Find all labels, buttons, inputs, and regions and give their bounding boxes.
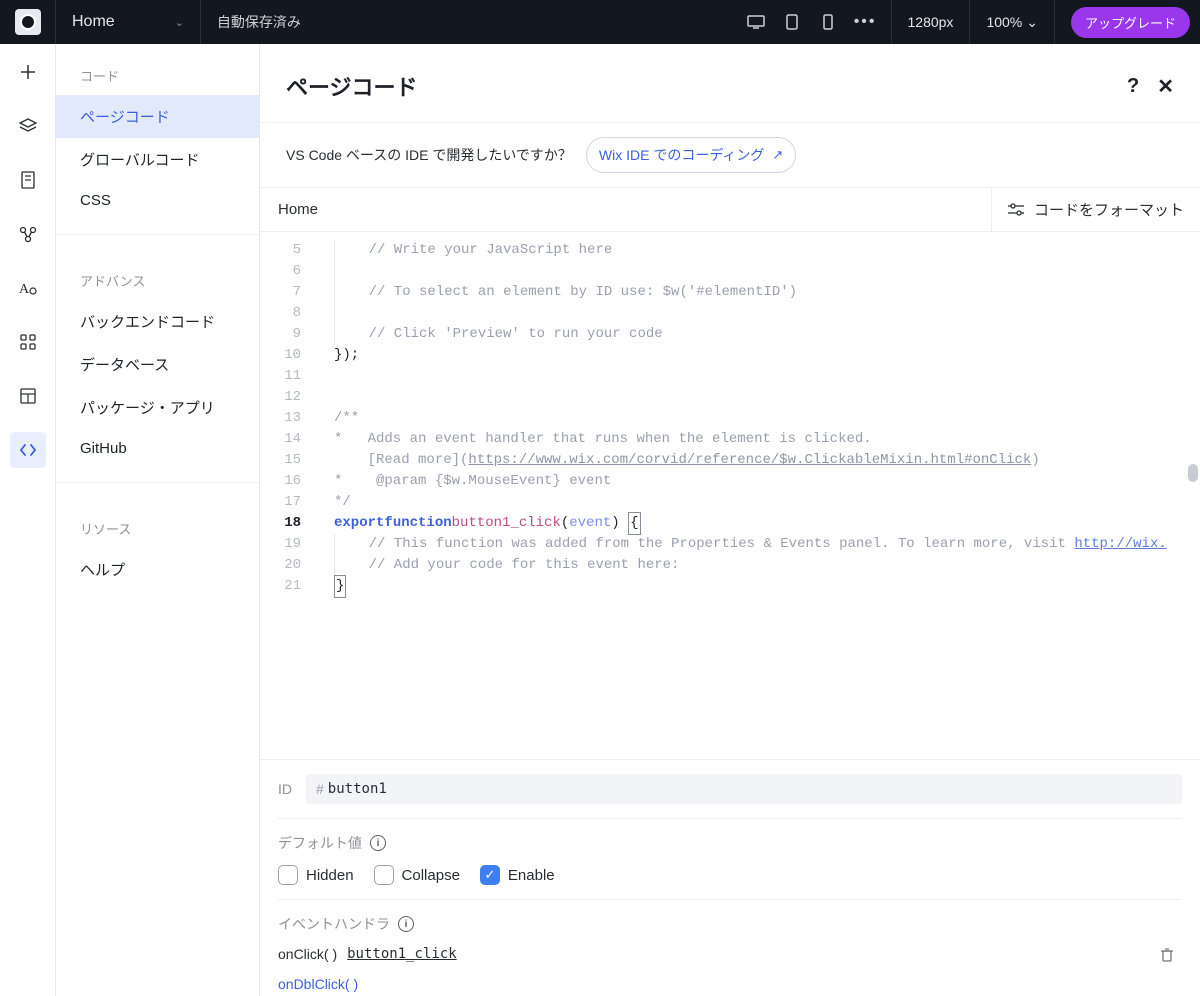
events-label: イベントハンドラ xyxy=(278,914,390,934)
vertical-scrollbar[interactable] xyxy=(1188,464,1198,482)
chevron-down-icon: ⌄ xyxy=(1026,14,1038,31)
code-toolbar: Home コードをフォーマット xyxy=(260,188,1200,232)
section-label-advance: アドバンス xyxy=(56,249,259,300)
main-panel: ページコード ? ✕ VS Code ベースの IDE で開発したいですか？ W… xyxy=(260,44,1200,996)
mobile-icon[interactable] xyxy=(810,14,846,30)
info-icon[interactable]: i xyxy=(370,835,386,851)
defaults-label: デフォルト値 xyxy=(278,833,362,853)
page-name: Home xyxy=(72,13,115,31)
page-title: ページコード xyxy=(286,70,418,102)
breakpoint-label[interactable]: 1280px xyxy=(898,14,964,30)
sliders-icon xyxy=(1008,203,1024,217)
main-header: ページコード ? ✕ xyxy=(260,44,1200,123)
table-icon[interactable] xyxy=(10,378,46,414)
trash-icon[interactable] xyxy=(1160,947,1174,962)
code-sidepanel: コード ページコード グローバルコード CSS アドバンス バックエンドコード … xyxy=(56,44,260,996)
checkbox-collapse[interactable]: Collapse xyxy=(374,865,460,885)
tablet-icon[interactable] xyxy=(774,14,810,30)
page-icon[interactable] xyxy=(10,162,46,198)
sidebar-item-page-code[interactable]: ページコード xyxy=(56,95,259,138)
more-menu-icon[interactable]: ••• xyxy=(846,13,885,31)
sidebar-item-database[interactable]: データベース xyxy=(56,343,259,386)
autosave-status: 自動保存済み xyxy=(201,12,738,32)
external-link-icon: ↗ xyxy=(772,147,783,163)
page-selector[interactable]: Home ⌄ xyxy=(56,0,201,44)
element-id-input[interactable]: # button1 xyxy=(306,774,1182,804)
typography-icon[interactable]: A xyxy=(10,270,46,306)
properties-panel: ID # button1 デフォルト値 i Hidden Collapse ✓E… xyxy=(260,760,1200,992)
event-add-ondblclick[interactable]: onDblClick( ) xyxy=(278,976,1182,992)
ide-banner: VS Code ベースの IDE で開発したいですか？ Wix IDE でのコー… xyxy=(260,123,1200,188)
wix-ide-button[interactable]: Wix IDE でのコーディング ↗ xyxy=(586,137,796,173)
sidebar-item-backend[interactable]: バックエンドコード xyxy=(56,300,259,343)
event-handler-link[interactable]: button1_click xyxy=(347,946,457,962)
top-bar: Home ⌄ 自動保存済み ••• 1280px 100% ⌄ アップグレード xyxy=(0,0,1200,44)
code-editor[interactable]: 56789101112131415161718192021 // Write y… xyxy=(260,232,1200,760)
format-code-button[interactable]: コードをフォーマット xyxy=(991,188,1200,232)
code-body[interactable]: // Write your JavaScript here // To sele… xyxy=(316,232,1167,759)
connect-icon[interactable] xyxy=(10,216,46,252)
checkbox-hidden[interactable]: Hidden xyxy=(278,865,354,885)
section-label-resource: リソース xyxy=(56,497,259,548)
info-icon[interactable]: i xyxy=(398,916,414,932)
event-row-onclick: onClick( ) button1_click xyxy=(278,946,1182,962)
apps-icon[interactable] xyxy=(10,324,46,360)
hash-icon: # xyxy=(316,781,324,797)
code-tab-home[interactable]: Home xyxy=(260,201,336,218)
chevron-down-icon: ⌄ xyxy=(175,16,184,29)
desktop-icon[interactable] xyxy=(738,15,774,29)
app-logo[interactable] xyxy=(0,0,56,44)
section-label-code: コード xyxy=(56,44,259,95)
sidebar-item-packages[interactable]: パッケージ・アプリ xyxy=(56,386,259,429)
layers-icon[interactable] xyxy=(10,108,46,144)
code-icon[interactable] xyxy=(10,432,46,468)
help-icon[interactable]: ? xyxy=(1127,75,1139,98)
sidebar-item-github[interactable]: GitHub xyxy=(56,429,259,468)
checkbox-enable[interactable]: ✓Enable xyxy=(480,865,555,885)
id-label: ID xyxy=(278,781,292,797)
zoom-control[interactable]: 100% ⌄ xyxy=(976,14,1048,31)
sidebar-item-css[interactable]: CSS xyxy=(56,181,259,220)
upgrade-button[interactable]: アップグレード xyxy=(1071,7,1190,38)
sidebar-item-global-code[interactable]: グローバルコード xyxy=(56,138,259,181)
close-icon[interactable]: ✕ xyxy=(1157,74,1174,99)
sidebar-item-help[interactable]: ヘルプ xyxy=(56,548,259,591)
line-gutter: 56789101112131415161718192021 xyxy=(260,232,316,759)
ide-banner-text: VS Code ベースの IDE で開発したいですか？ xyxy=(286,145,572,165)
left-rail: A xyxy=(0,44,56,996)
add-icon[interactable] xyxy=(10,54,46,90)
svg-text:A: A xyxy=(19,282,30,297)
